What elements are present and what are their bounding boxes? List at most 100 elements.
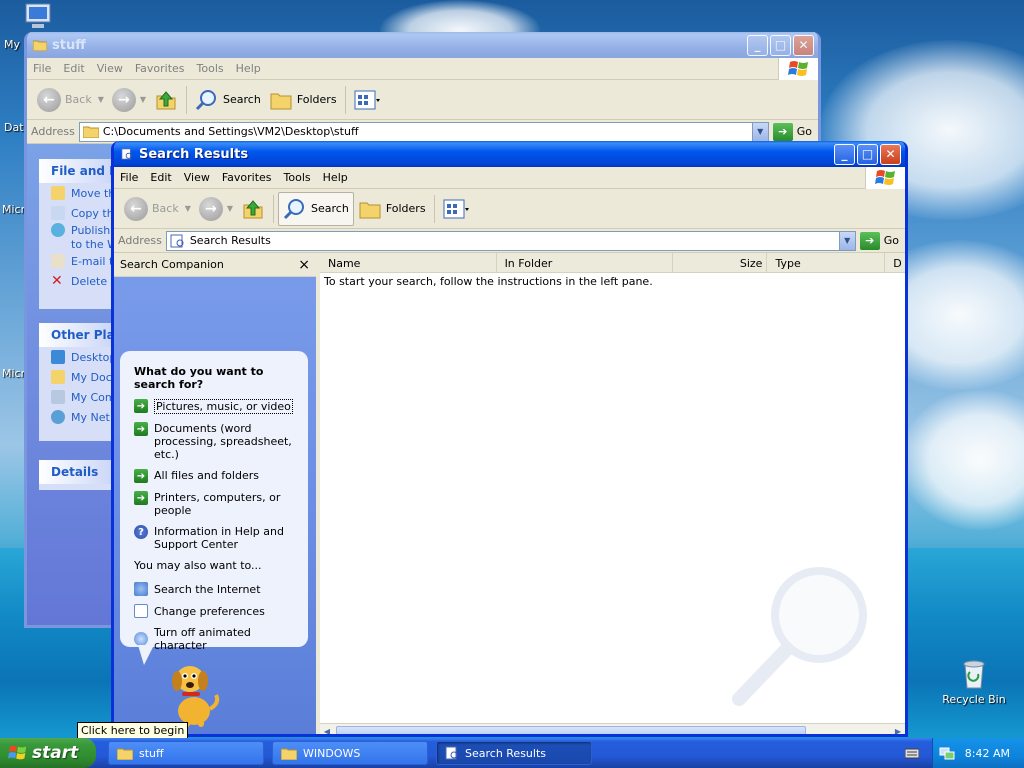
internet-search-icon: [134, 582, 148, 596]
taskbar-search-results[interactable]: Search Results: [436, 741, 592, 765]
place-my-computer[interactable]: My Com: [39, 387, 119, 407]
option-printers-computers-people[interactable]: ➔ Printers, computers, or people: [134, 491, 298, 517]
results-pane: Name In Folder Size Type D To start your…: [320, 253, 905, 734]
search-menu-help[interactable]: Help: [317, 171, 354, 184]
search-search-button[interactable]: Search: [278, 191, 354, 226]
task-move[interactable]: Move th: [39, 183, 119, 203]
column-type[interactable]: Type: [767, 253, 886, 272]
search-companion-close-button[interactable]: ×: [298, 257, 310, 273]
stuff-menu-view[interactable]: View: [91, 62, 129, 75]
taskbar-windows[interactable]: WINDOWS: [272, 741, 428, 765]
search-minimize-button[interactable]: _: [834, 143, 855, 165]
search-menu-file[interactable]: File: [114, 171, 144, 184]
option-pictures-music-video[interactable]: ➔ Pictures, music, or video: [134, 399, 298, 414]
search-titlebar[interactable]: Search Results _ □ ✕: [114, 141, 905, 167]
scrollbar-thumb[interactable]: [336, 725, 806, 734]
stuff-menu-favorites[interactable]: Favorites: [129, 62, 191, 75]
stuff-go-label: Go: [796, 125, 812, 138]
stuff-minimize-button[interactable]: _: [747, 34, 768, 56]
recycle-bin-icon[interactable]: Recycle Bin: [942, 658, 1006, 706]
stuff-folders-button[interactable]: Folders: [265, 83, 341, 117]
option-turn-off-character[interactable]: Turn off animated character: [134, 626, 298, 652]
file-tasks-header[interactable]: File and Fo: [39, 159, 119, 183]
taskbar-search-results-label: Search Results: [465, 746, 547, 760]
column-name[interactable]: Name: [320, 253, 497, 272]
search-address-dropdown[interactable]: ▼: [838, 231, 855, 250]
desktop-label-dat: Dat: [4, 121, 24, 134]
stuff-up-button[interactable]: [150, 83, 182, 117]
search-forward-button[interactable]: → ▼: [195, 192, 237, 226]
search-companion-title: Search Companion: [120, 258, 224, 271]
stuff-title: stuff: [52, 37, 86, 53]
column-in-folder[interactable]: In Folder: [497, 253, 674, 272]
taskbar-stuff[interactable]: stuff: [108, 741, 264, 765]
folder-icon: [82, 126, 99, 138]
task-delete[interactable]: ✕ Delete t: [39, 271, 119, 291]
stuff-address-field[interactable]: C:\Documents and Settings\VM2\Desktop\st…: [78, 121, 769, 142]
place-my-network[interactable]: My Net: [39, 407, 119, 427]
search-maximize-button[interactable]: □: [857, 143, 878, 165]
place-my-documents[interactable]: My Doc: [39, 367, 119, 387]
option-search-internet[interactable]: Search the Internet: [134, 582, 298, 596]
keyboard-icon[interactable]: [905, 747, 919, 759]
task-publish-web[interactable]: to the W: [39, 237, 119, 251]
search-menu-favorites[interactable]: Favorites: [216, 171, 278, 184]
task-publish[interactable]: Publish: [39, 223, 119, 237]
stuff-titlebar[interactable]: stuff _ □ ✕: [27, 32, 818, 58]
search-address-field[interactable]: Search Results ▼: [165, 230, 856, 251]
details-header[interactable]: Details: [39, 460, 119, 484]
stuff-views-button[interactable]: [350, 83, 384, 117]
other-places-header[interactable]: Other Plac: [39, 323, 119, 347]
stuff-menu-tools[interactable]: Tools: [191, 62, 230, 75]
search-views-button[interactable]: [439, 192, 473, 226]
folder-up-icon: [243, 199, 263, 218]
search-menu-edit[interactable]: Edit: [144, 171, 177, 184]
my-computer-icon[interactable]: [20, 2, 56, 35]
column-date[interactable]: D: [885, 253, 905, 272]
stuff-address-value: C:\Documents and Settings\VM2\Desktop\st…: [102, 125, 359, 138]
option-change-preferences[interactable]: Change preferences: [134, 604, 298, 618]
scroll-left-icon[interactable]: ◀: [320, 725, 334, 734]
search-dog-character[interactable]: [164, 659, 222, 729]
stuff-forward-button[interactable]: → ▼: [108, 83, 150, 117]
stuff-menu-edit[interactable]: Edit: [57, 62, 90, 75]
task-copy[interactable]: Copy th: [39, 203, 119, 223]
stuff-menu-file[interactable]: File: [27, 62, 57, 75]
place-desktop[interactable]: Desktop: [39, 347, 119, 367]
search-back-button[interactable]: ← Back ▼: [120, 192, 195, 226]
folder-icon: [117, 748, 133, 760]
stuff-address-dropdown[interactable]: ▼: [751, 122, 768, 141]
option-documents[interactable]: ➔ Documents (word processing, spreadsheet…: [134, 422, 298, 461]
scroll-right-icon[interactable]: ▶: [891, 725, 905, 734]
stuff-menu-help[interactable]: Help: [230, 62, 267, 75]
option-help-support[interactable]: ? Information in Help and Support Center: [134, 525, 298, 551]
option-all-files[interactable]: ➔ All files and folders: [134, 469, 298, 483]
search-menu-tools[interactable]: Tools: [278, 171, 317, 184]
windows-flag-icon: [8, 745, 27, 760]
preferences-icon: [134, 604, 148, 618]
stuff-back-button[interactable]: ← Back ▼: [33, 83, 108, 117]
network-icon[interactable]: [939, 745, 955, 761]
stuff-maximize-button[interactable]: □: [770, 34, 791, 56]
stuff-close-button[interactable]: ✕: [793, 34, 814, 56]
folder-up-icon: [156, 90, 176, 109]
results-message: To start your search, follow the instruc…: [324, 275, 653, 288]
back-arrow-icon: ←: [37, 87, 61, 112]
recycle-bin-label: Recycle Bin: [942, 693, 1006, 706]
search-companion-header: Search Companion ×: [114, 253, 316, 277]
horizontal-scrollbar[interactable]: ◀ ▶: [320, 723, 905, 734]
start-button[interactable]: start: [0, 738, 96, 768]
taskbar: start stuff WINDOWS Search Results 8:42 …: [0, 738, 1024, 768]
column-size[interactable]: Size: [673, 253, 768, 272]
search-menu-view[interactable]: View: [178, 171, 216, 184]
search-results-window[interactable]: Search Results _ □ ✕ File Edit View Favo…: [111, 141, 908, 737]
search-close-button[interactable]: ✕: [880, 143, 901, 165]
search-up-button[interactable]: [237, 192, 269, 226]
search-go-button[interactable]: ➔ Go: [859, 231, 899, 250]
clock[interactable]: 8:42 AM: [965, 747, 1010, 760]
windows-logo-icon: [865, 167, 905, 189]
search-folders-button[interactable]: Folders: [354, 192, 430, 226]
task-email[interactable]: E-mail t: [39, 251, 119, 271]
stuff-search-button[interactable]: Search: [191, 83, 265, 117]
stuff-go-button[interactable]: ➔ Go: [772, 122, 812, 141]
